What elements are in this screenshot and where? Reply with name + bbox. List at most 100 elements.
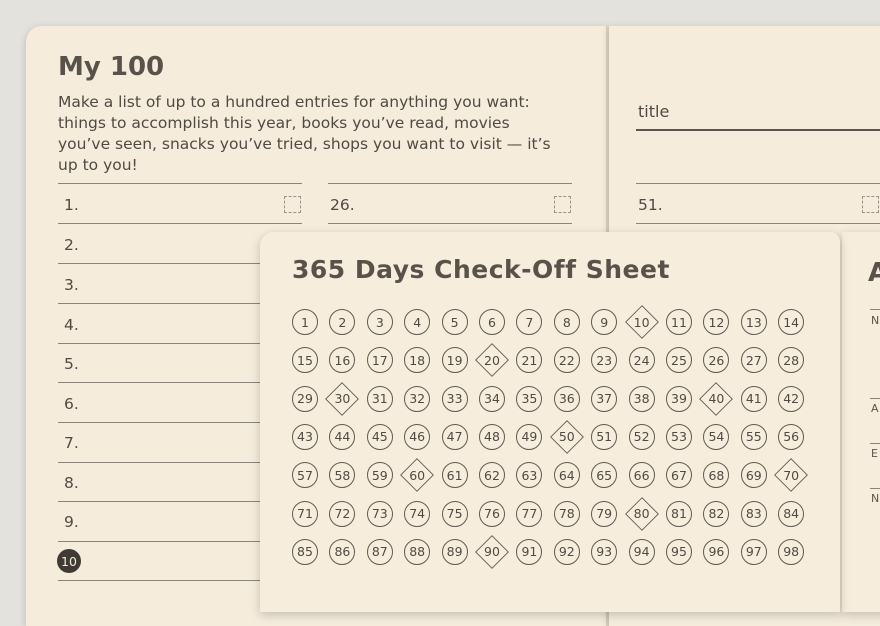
day-96[interactable]: 96: [703, 538, 730, 565]
day-92[interactable]: 92: [553, 538, 580, 565]
checkbox[interactable]: [862, 196, 879, 213]
day-53[interactable]: 53: [666, 423, 692, 450]
day-84[interactable]: 84: [778, 500, 805, 527]
day-69[interactable]: 69: [740, 462, 767, 489]
day-27[interactable]: 27: [740, 347, 767, 374]
day-98[interactable]: 98: [778, 538, 805, 565]
day-76[interactable]: 76: [479, 500, 505, 527]
day-95[interactable]: 95: [666, 538, 692, 565]
day-68[interactable]: 68: [703, 462, 730, 489]
day-11[interactable]: 11: [666, 309, 692, 335]
day-17[interactable]: 17: [366, 347, 393, 374]
day-31[interactable]: 31: [366, 385, 393, 412]
day-81[interactable]: 81: [666, 500, 692, 527]
day-33[interactable]: 33: [441, 385, 468, 412]
day-51[interactable]: 51: [591, 423, 618, 450]
day-7[interactable]: 7: [516, 309, 543, 335]
day-55[interactable]: 55: [740, 423, 767, 450]
day-63[interactable]: 63: [516, 462, 543, 489]
day-94[interactable]: 94: [628, 538, 655, 565]
day-1[interactable]: 1: [292, 309, 318, 335]
checkbox[interactable]: [284, 196, 301, 213]
day-91[interactable]: 91: [516, 538, 543, 565]
day-37[interactable]: 37: [591, 385, 618, 412]
day-75[interactable]: 75: [441, 500, 468, 527]
day-78[interactable]: 78: [553, 500, 580, 527]
day-13[interactable]: 13: [740, 309, 767, 335]
day-2[interactable]: 2: [329, 309, 356, 335]
day-14[interactable]: 14: [778, 309, 805, 335]
day-25[interactable]: 25: [666, 347, 692, 374]
day-80[interactable]: 80: [624, 496, 659, 531]
day-16[interactable]: 16: [329, 347, 356, 374]
day-88[interactable]: 88: [404, 538, 431, 565]
day-45[interactable]: 45: [366, 423, 393, 450]
day-39[interactable]: 39: [666, 385, 692, 412]
day-85[interactable]: 85: [292, 538, 318, 565]
day-73[interactable]: 73: [366, 500, 393, 527]
day-40[interactable]: 40: [699, 381, 734, 416]
day-42[interactable]: 42: [778, 385, 805, 412]
day-22[interactable]: 22: [553, 347, 580, 374]
day-70[interactable]: 70: [774, 458, 809, 493]
day-30[interactable]: 30: [325, 381, 360, 416]
day-90[interactable]: 90: [475, 534, 509, 569]
day-41[interactable]: 41: [740, 385, 767, 412]
day-26[interactable]: 26: [703, 347, 730, 374]
checkbox[interactable]: [554, 196, 571, 213]
day-10[interactable]: 10: [624, 305, 659, 339]
day-28[interactable]: 28: [778, 347, 805, 374]
day-44[interactable]: 44: [329, 423, 356, 450]
day-8[interactable]: 8: [553, 309, 580, 335]
day-72[interactable]: 72: [329, 500, 356, 527]
day-19[interactable]: 19: [441, 347, 468, 374]
day-46[interactable]: 46: [404, 423, 431, 450]
day-77[interactable]: 77: [516, 500, 543, 527]
day-64[interactable]: 64: [553, 462, 580, 489]
day-38[interactable]: 38: [628, 385, 655, 412]
day-35[interactable]: 35: [516, 385, 543, 412]
day-29[interactable]: 29: [292, 385, 318, 412]
day-34[interactable]: 34: [479, 385, 505, 412]
day-18[interactable]: 18: [404, 347, 431, 374]
day-65[interactable]: 65: [591, 462, 618, 489]
day-82[interactable]: 82: [703, 500, 730, 527]
day-9[interactable]: 9: [591, 309, 618, 335]
day-50[interactable]: 50: [549, 419, 584, 454]
day-67[interactable]: 67: [666, 462, 692, 489]
day-66[interactable]: 66: [628, 462, 655, 489]
day-93[interactable]: 93: [591, 538, 618, 565]
day-6[interactable]: 6: [479, 309, 505, 335]
day-60[interactable]: 60: [400, 458, 435, 493]
title-field-rule[interactable]: [636, 129, 880, 131]
day-71[interactable]: 71: [292, 500, 318, 527]
day-47[interactable]: 47: [441, 423, 468, 450]
day-59[interactable]: 59: [366, 462, 393, 489]
day-5[interactable]: 5: [441, 309, 468, 335]
day-4[interactable]: 4: [404, 309, 431, 335]
day-62[interactable]: 62: [479, 462, 505, 489]
day-20[interactable]: 20: [475, 343, 509, 378]
day-12[interactable]: 12: [703, 309, 730, 335]
day-43[interactable]: 43: [292, 423, 318, 450]
day-87[interactable]: 87: [366, 538, 393, 565]
day-49[interactable]: 49: [516, 423, 543, 450]
day-21[interactable]: 21: [516, 347, 543, 374]
day-56[interactable]: 56: [778, 423, 805, 450]
day-54[interactable]: 54: [703, 423, 730, 450]
day-52[interactable]: 52: [628, 423, 655, 450]
day-32[interactable]: 32: [404, 385, 431, 412]
day-36[interactable]: 36: [553, 385, 580, 412]
day-48[interactable]: 48: [479, 423, 505, 450]
day-74[interactable]: 74: [404, 500, 431, 527]
day-97[interactable]: 97: [740, 538, 767, 565]
day-86[interactable]: 86: [329, 538, 356, 565]
day-83[interactable]: 83: [740, 500, 767, 527]
day-61[interactable]: 61: [441, 462, 468, 489]
day-79[interactable]: 79: [591, 500, 618, 527]
day-58[interactable]: 58: [329, 462, 356, 489]
day-24[interactable]: 24: [628, 347, 655, 374]
day-3[interactable]: 3: [366, 309, 393, 335]
day-89[interactable]: 89: [441, 538, 468, 565]
day-23[interactable]: 23: [591, 347, 618, 374]
